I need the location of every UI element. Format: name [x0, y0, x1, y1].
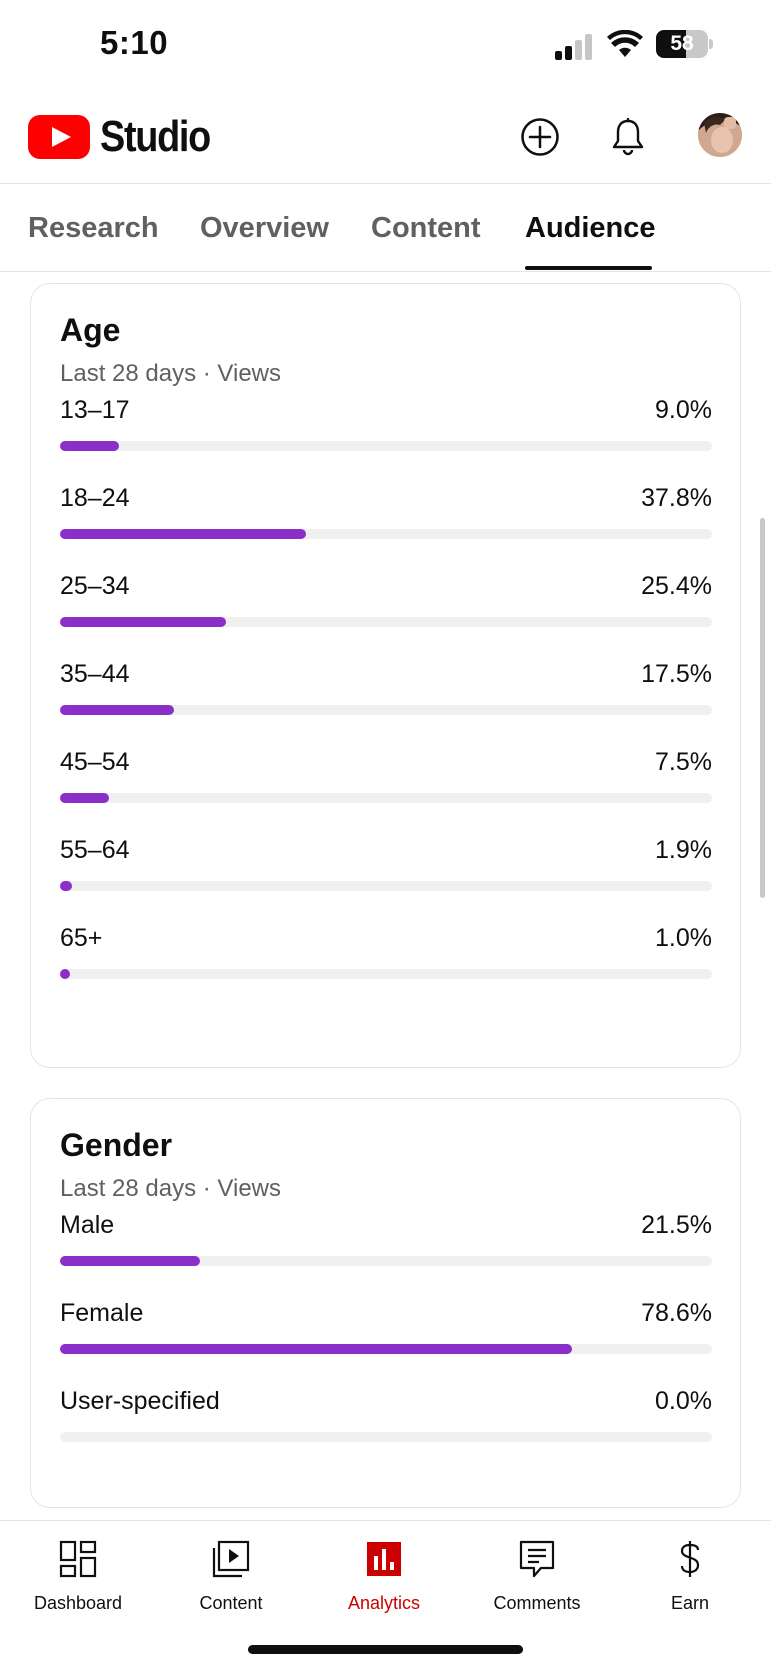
distribution-row: 45–54 7.5% [60, 748, 712, 818]
row-label: Female [60, 1299, 144, 1327]
nav-earn[interactable]: Earn [615, 1531, 765, 1621]
progress-track [60, 441, 712, 451]
progress-fill [60, 617, 226, 627]
app-header: Studio [0, 92, 771, 184]
progress-track [60, 705, 712, 715]
create-button[interactable] [515, 112, 565, 162]
analytics-tabs: Research Overview Content Audience [0, 184, 771, 272]
profile-avatar[interactable] [698, 113, 742, 157]
video-library-icon [212, 1540, 250, 1578]
row-label: 55–64 [60, 836, 130, 864]
distribution-row: 65+ 1.0% [60, 924, 712, 994]
dollar-icon [680, 1541, 700, 1577]
age-card-subtitle: Last 28 days · Views [60, 360, 282, 387]
nav-comments[interactable]: Comments [462, 1531, 612, 1621]
scrollbar[interactable] [760, 518, 765, 898]
row-label: 35–44 [60, 660, 130, 688]
progress-fill [60, 1344, 573, 1354]
row-percentage: 17.5% [641, 660, 712, 688]
distribution-row: 35–44 17.5% [60, 660, 712, 730]
battery-percentage: 58 [670, 32, 694, 55]
age-card: Age Last 28 days · Views 13–17 9.0% 18–24 3… [30, 283, 741, 1068]
wifi-icon [607, 30, 643, 57]
gender-card-title: Gender [60, 1127, 173, 1163]
nav-dashboard-label: Dashboard [33, 1593, 123, 1613]
progress-fill [60, 705, 175, 715]
progress-fill [60, 1256, 201, 1266]
status-time: 5:10 [100, 24, 169, 61]
distribution-row: 13–17 9.0% [60, 396, 712, 466]
distribution-row: Male 21.5% [60, 1211, 712, 1281]
avatar-icon [698, 113, 742, 157]
row-label: 45–54 [60, 748, 130, 776]
progress-fill [60, 793, 109, 803]
row-label: 65+ [60, 924, 103, 952]
row-label: 18–24 [60, 484, 130, 512]
progress-track [60, 617, 712, 627]
age-card-title: Age [60, 312, 121, 348]
row-percentage: 37.8% [641, 484, 712, 512]
analytics-bar-chart-icon [367, 1542, 401, 1576]
row-label: Male [60, 1211, 115, 1239]
studio-logo[interactable]: Studio [28, 112, 228, 162]
nav-dashboard[interactable]: Dashboard [3, 1531, 153, 1621]
row-percentage: 1.9% [655, 836, 712, 864]
distribution-row: Female 78.6% [60, 1299, 712, 1369]
progress-fill [60, 969, 71, 979]
progress-fill [60, 441, 119, 451]
notifications-button[interactable] [603, 112, 653, 162]
row-percentage: 9.0% [655, 396, 712, 424]
distribution-row: 25–34 25.4% [60, 572, 712, 642]
progress-track [60, 969, 712, 979]
progress-track [60, 881, 712, 891]
tab-content[interactable]: Content [371, 212, 481, 245]
comment-icon [519, 1540, 555, 1578]
tab-research[interactable]: Research [28, 212, 159, 245]
progress-fill [60, 529, 307, 539]
progress-fill [60, 881, 73, 891]
distribution-row: User-specified 0.0% [60, 1387, 712, 1457]
distribution-row: 18–24 37.8% [60, 484, 712, 554]
battery-icon: 58 [656, 30, 714, 58]
row-label: 13–17 [60, 396, 130, 424]
row-percentage: 7.5% [655, 748, 712, 776]
row-percentage: 21.5% [641, 1211, 712, 1239]
row-percentage: 78.6% [641, 1299, 712, 1327]
row-label: 25–34 [60, 572, 130, 600]
nav-analytics[interactable]: Analytics [309, 1531, 459, 1621]
row-percentage: 1.0% [655, 924, 712, 952]
progress-track [60, 529, 712, 539]
tab-overview[interactable]: Overview [200, 212, 329, 245]
distribution-row: 55–64 1.9% [60, 836, 712, 906]
bell-icon [612, 118, 644, 156]
progress-track [60, 1256, 712, 1266]
home-indicator [248, 1645, 523, 1654]
gender-card: Gender Last 28 days · Views Male 21.5% Fem… [30, 1098, 741, 1508]
youtube-play-logo-icon [28, 115, 90, 159]
nav-content[interactable]: Content [156, 1531, 306, 1621]
tab-audience[interactable]: Audience [525, 212, 656, 245]
cellular-signal-icon [555, 34, 595, 60]
nav-analytics-label: Analytics [347, 1593, 421, 1613]
progress-track [60, 793, 712, 803]
row-percentage: 25.4% [641, 572, 712, 600]
nav-earn-label: Earn [670, 1593, 710, 1613]
plus-circle-icon [521, 118, 559, 156]
status-bar: 5:10 58 [0, 0, 771, 92]
row-label: User-specified [60, 1387, 220, 1415]
active-tab-indicator [525, 266, 652, 270]
row-percentage: 0.0% [655, 1387, 712, 1415]
logo-text: Studio [100, 112, 211, 161]
progress-track [60, 1344, 712, 1354]
progress-track [60, 1432, 712, 1442]
gender-card-subtitle: Last 28 days · Views [60, 1175, 282, 1202]
nav-comments-label: Comments [493, 1593, 581, 1613]
nav-content-label: Content [199, 1593, 263, 1613]
dashboard-grid-icon [59, 1540, 97, 1578]
